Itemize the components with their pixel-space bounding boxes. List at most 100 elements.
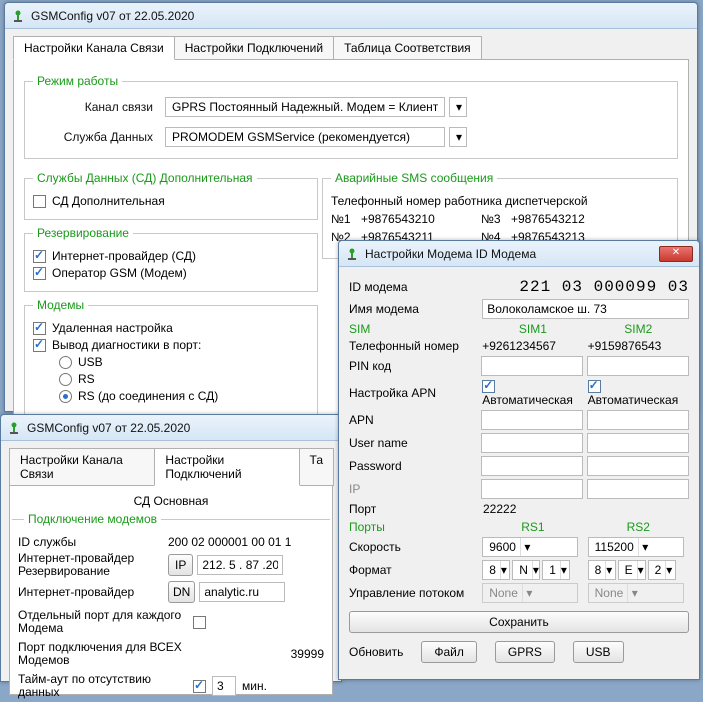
isp-label: Интернет-провайдер (СД) — [52, 249, 196, 263]
usb-button[interactable]: USB — [573, 641, 624, 663]
sd-extra-checkbox[interactable] — [33, 195, 46, 208]
sep-port-label: Отдельный порт для каждого Модема — [18, 609, 193, 635]
port-label: Порт — [349, 502, 479, 516]
pin1-input[interactable] — [481, 356, 583, 376]
titlebar: GSMConfig v07 от 22.05.2020 — [5, 3, 697, 29]
ip-label: IP — [349, 482, 477, 496]
refresh-link[interactable]: Обновить — [349, 645, 403, 659]
user2-input[interactable] — [587, 433, 689, 453]
tab-mapping[interactable]: Таблица Соответствия — [333, 36, 482, 60]
sim1-heading: SIM1 — [482, 322, 583, 336]
channel-select[interactable]: GPRS Постоянный Надежный. Модем = Клиент — [165, 97, 445, 117]
tel2-value: +9159876543 — [588, 339, 689, 353]
sd-main-heading: СД Основная — [18, 494, 324, 508]
apn-auto1-label: Автоматическая — [482, 393, 573, 407]
sep-port-checkbox[interactable] — [193, 616, 206, 629]
tab-mapping-2[interactable]: Та — [299, 448, 334, 486]
gsm-label: Оператор GSM (Модем) — [52, 266, 187, 280]
timeout-checkbox[interactable] — [193, 680, 206, 693]
format-label: Формат — [349, 563, 478, 577]
pin2-input[interactable] — [587, 356, 689, 376]
fmt2-c-select[interactable]: 2▾ — [648, 560, 676, 580]
tel-label: Телефонный номер — [349, 339, 478, 353]
sms-v1: +9876543210 — [361, 212, 481, 226]
gprs-button[interactable]: GPRS — [495, 641, 555, 663]
fmt1-a-select[interactable]: 8▾ — [482, 560, 510, 580]
save-button[interactable]: Сохранить — [349, 611, 689, 633]
conn-legend: Подключение модемов — [24, 512, 161, 526]
channel-caret[interactable]: ▾ — [449, 97, 467, 117]
tab-channel[interactable]: Настройки Канала Связи — [13, 36, 175, 60]
diag-rs-radio[interactable] — [59, 373, 72, 386]
speed2-select[interactable]: 115200▾ — [588, 537, 684, 557]
port-value: 22222 — [483, 502, 585, 516]
tab-content-2: СД Основная Подключение модемов ID служб… — [9, 485, 333, 695]
modem-body: ID модема 221 03 000099 03 Имя модема SI… — [339, 267, 699, 674]
sms-v3: +9876543212 — [511, 212, 631, 226]
modem-name-label: Имя модема — [349, 302, 478, 316]
dn-input[interactable] — [199, 582, 285, 602]
sim2-heading: SIM2 — [588, 322, 689, 336]
diag-rs-sd-label: RS (до соединения с СД) — [78, 389, 218, 403]
sms-n1: №1 — [331, 212, 361, 226]
user1-input[interactable] — [481, 433, 583, 453]
remote-checkbox[interactable] — [33, 322, 46, 335]
flow2-select[interactable]: None▾ — [588, 583, 684, 603]
tabs: Настройки Канала Связи Настройки Подключ… — [13, 35, 689, 59]
tab-connections[interactable]: Настройки Подключений — [174, 36, 334, 60]
diag-checkbox[interactable] — [33, 339, 46, 352]
conn-group: Подключение модемов ID службы 200 02 000… — [12, 512, 330, 702]
ip-input[interactable] — [197, 555, 283, 575]
channel-label: Канал связи — [33, 100, 153, 114]
isp2-label: Интернет-провайдер — [18, 585, 168, 599]
ip-button[interactable]: IP — [168, 554, 193, 576]
apn-cfg-label: Настройка APN — [349, 386, 478, 400]
modems-legend: Модемы — [33, 298, 88, 312]
apn1-input[interactable] — [481, 410, 583, 430]
fmt1-c-select[interactable]: 1▾ — [542, 560, 570, 580]
window-title-2: GSMConfig v07 от 22.05.2020 — [27, 421, 190, 435]
apn-auto2-checkbox[interactable] — [588, 380, 601, 393]
fmt1-b-select[interactable]: N▾ — [512, 560, 540, 580]
fmt2-b-select[interactable]: E▾ — [618, 560, 646, 580]
gsm-checkbox[interactable] — [33, 267, 46, 280]
modem-id-label: ID модема — [349, 280, 479, 294]
mode-legend: Режим работы — [33, 74, 122, 88]
speed1-select[interactable]: 9600▾ — [482, 537, 578, 557]
service-select[interactable]: PROMODEM GSMService (рекомендуется) — [165, 127, 445, 147]
service-label: Служба Данных — [33, 130, 153, 144]
timeout-unit: мин. — [242, 679, 267, 693]
service-caret[interactable]: ▾ — [449, 127, 467, 147]
close-button[interactable]: ✕ — [659, 246, 693, 262]
fmt2-a-select[interactable]: 8▾ — [588, 560, 616, 580]
rs2-heading: RS2 — [588, 520, 689, 534]
apn-auto1-checkbox[interactable] — [482, 380, 495, 393]
ip2-input — [587, 479, 689, 499]
tel1-value: +9261234567 — [482, 339, 583, 353]
titlebar-3: Настройки Модема ID Модема ✕ — [339, 241, 699, 267]
sim-heading: SIM — [349, 322, 478, 336]
apn-auto2-label: Автоматическая — [588, 393, 679, 407]
timeout-label: Тайм-аут по отсутствию данных — [18, 673, 193, 699]
diag-rs-sd-radio[interactable] — [59, 390, 72, 403]
pass1-input[interactable] — [481, 456, 583, 476]
file-button[interactable]: Файл — [421, 641, 477, 663]
speed-label: Скорость — [349, 540, 478, 554]
dn-button[interactable]: DN — [168, 581, 195, 603]
flow1-select[interactable]: None▾ — [482, 583, 578, 603]
id-value: 200 02 000001 00 01 1 — [168, 535, 291, 549]
sms-n3: №3 — [481, 212, 511, 226]
apn2-input[interactable] — [587, 410, 689, 430]
app-icon — [7, 421, 21, 435]
tab-channel-2[interactable]: Настройки Канала Связи — [9, 448, 155, 486]
modem-name-input[interactable] — [482, 299, 689, 319]
reserve-legend: Резервирование — [33, 226, 133, 240]
all-port-value: 39999 — [291, 647, 324, 661]
timeout-input[interactable] — [212, 676, 236, 696]
tab-connections-2[interactable]: Настройки Подключений — [154, 448, 299, 486]
isp-checkbox[interactable] — [33, 250, 46, 263]
sms-legend: Аварийные SMS сообщения — [331, 171, 497, 185]
diag-usb-radio[interactable] — [59, 356, 72, 369]
titlebar-2: GSMConfig v07 от 22.05.2020 — [1, 415, 341, 441]
pass2-input[interactable] — [587, 456, 689, 476]
